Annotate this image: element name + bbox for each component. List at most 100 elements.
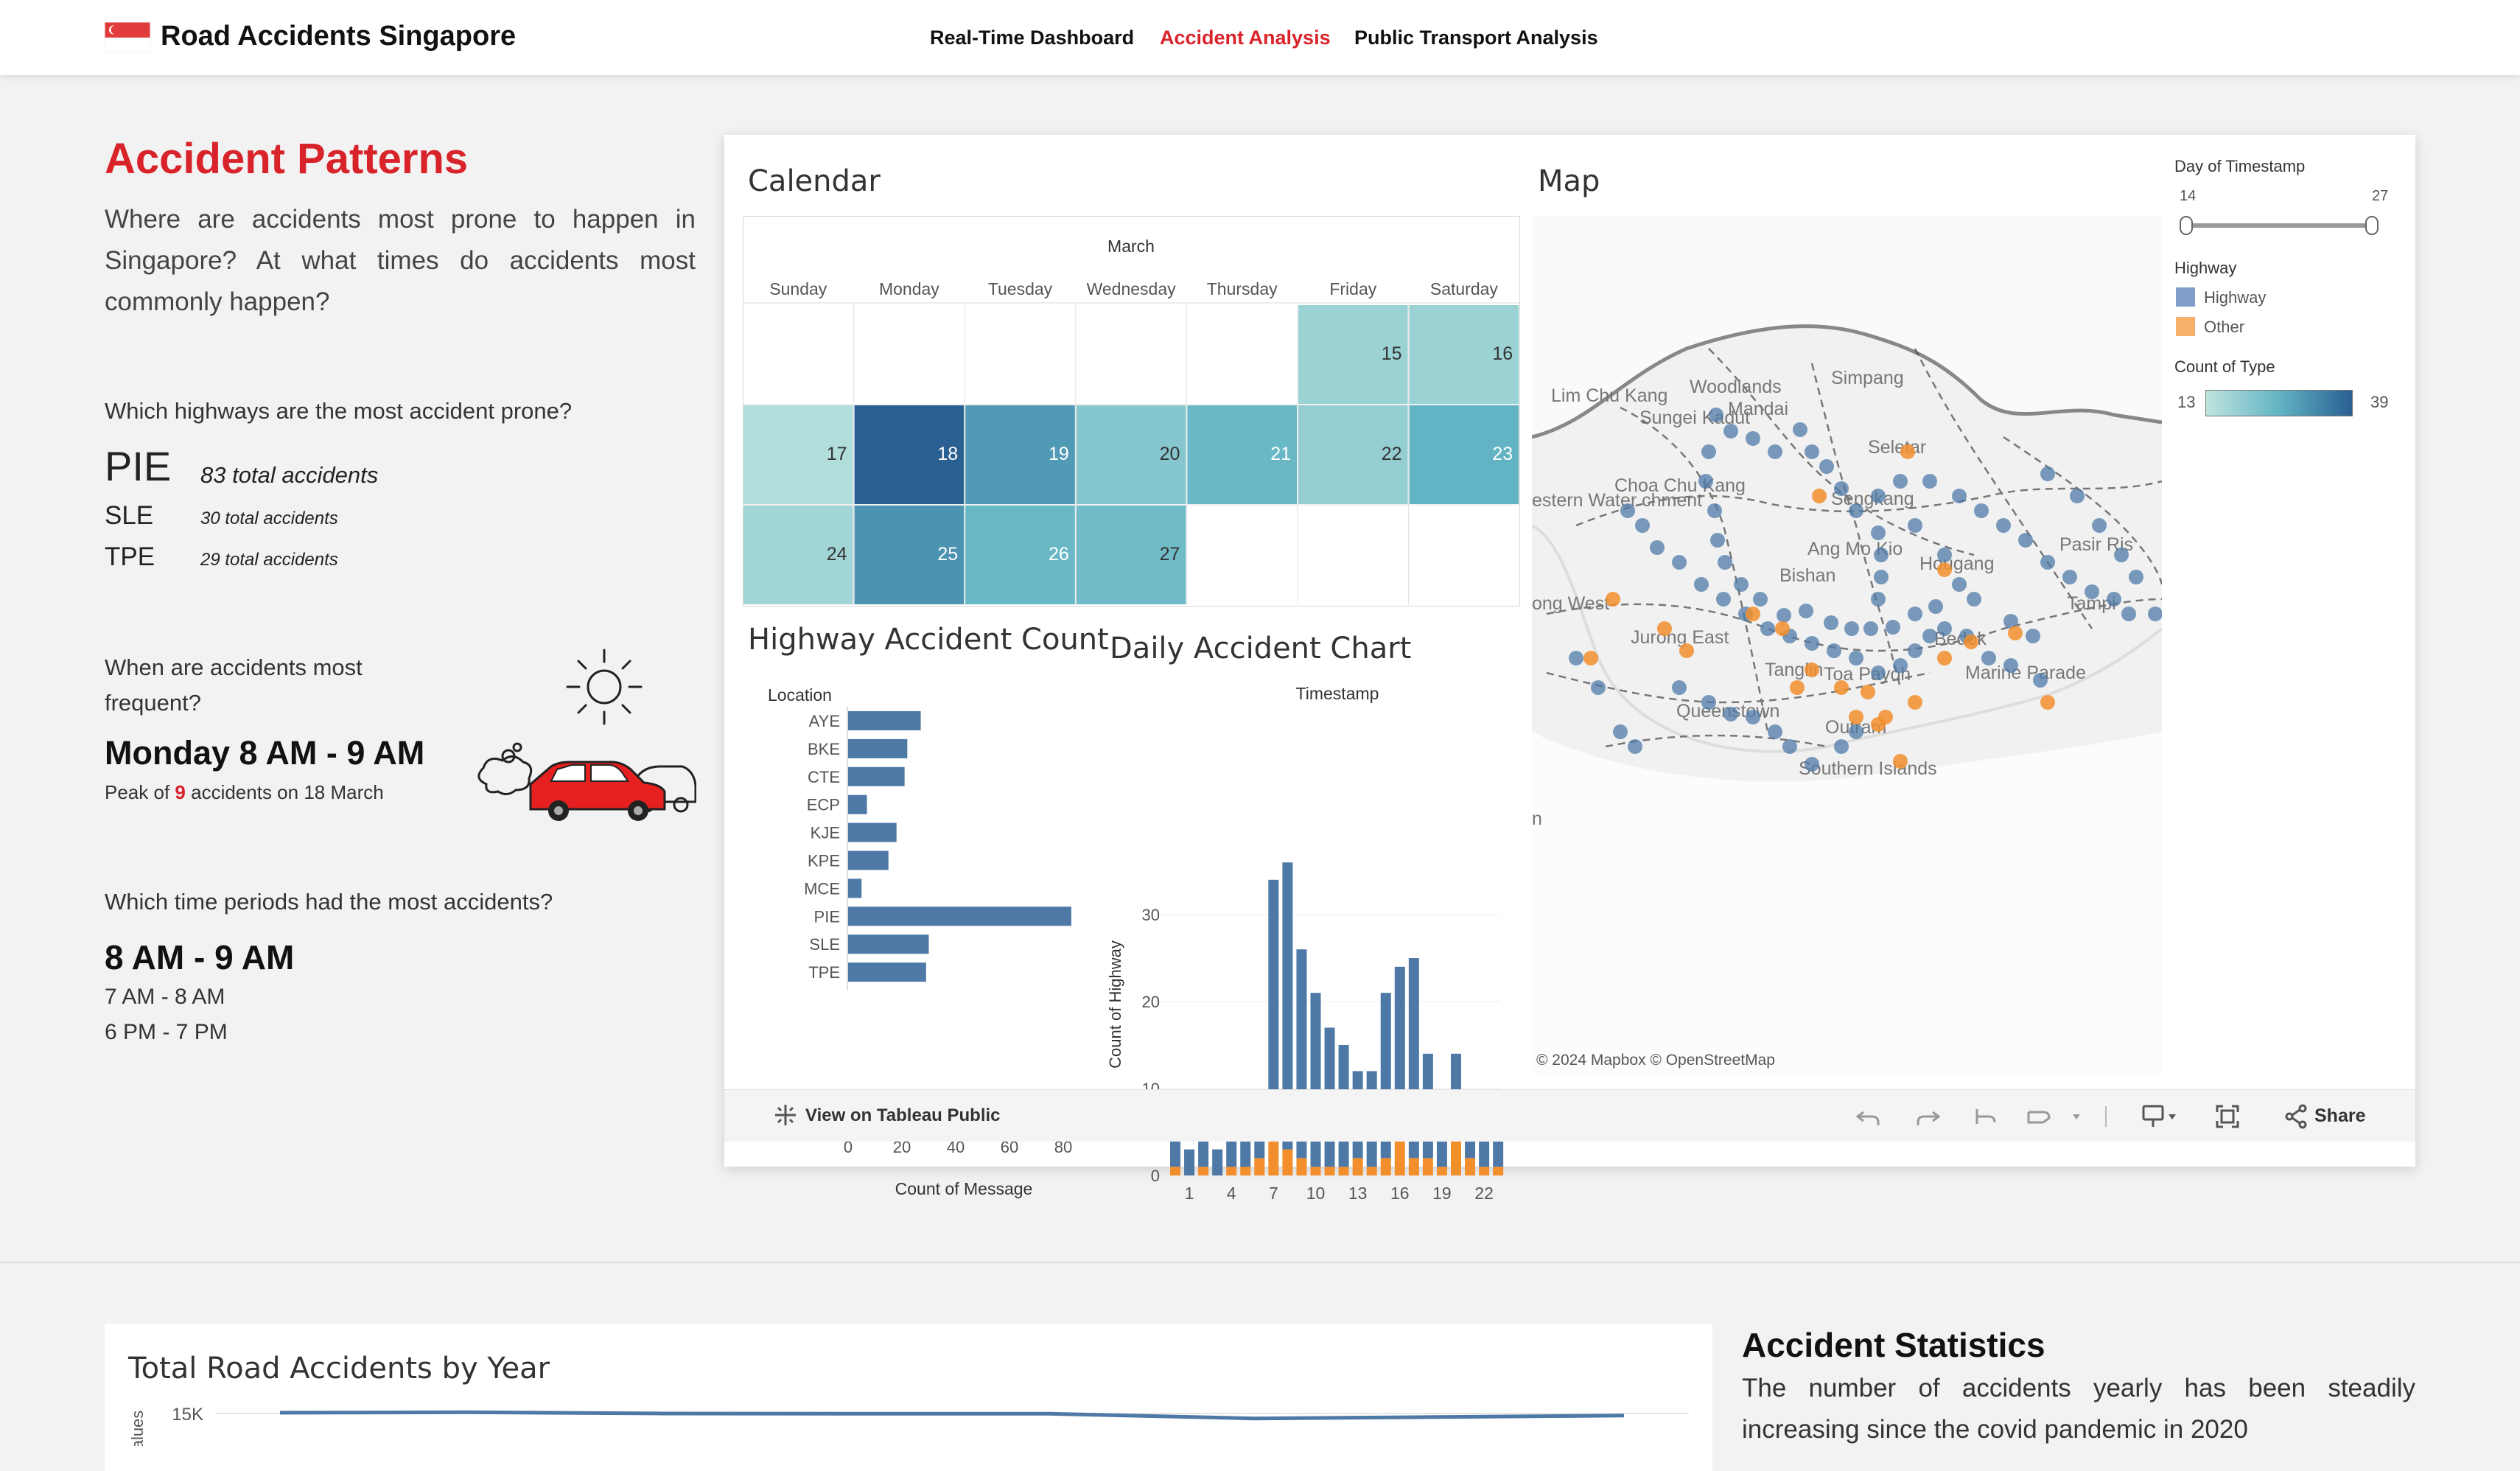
map-accident-dot-other[interactable] bbox=[1790, 680, 1805, 695]
map-accident-dot-highway[interactable] bbox=[1591, 680, 1606, 695]
map-accident-dot-highway[interactable] bbox=[1874, 570, 1889, 584]
map-accident-dot-highway[interactable] bbox=[1967, 592, 1981, 607]
hw-bar[interactable] bbox=[848, 794, 867, 814]
nav-realtime-dashboard[interactable]: Real-Time Dashboard bbox=[930, 27, 1134, 49]
map-accident-dot-other[interactable] bbox=[1937, 562, 1952, 577]
calendar-day-cell[interactable]: 17 bbox=[743, 405, 853, 504]
map-accident-dot-highway[interactable] bbox=[2040, 467, 2055, 481]
calendar-day-cell[interactable]: 24 bbox=[743, 506, 853, 604]
site-brand[interactable]: Road Accidents Singapore bbox=[161, 21, 516, 52]
map-accident-dot-highway[interactable] bbox=[1707, 503, 1722, 518]
map-accident-dot-highway[interactable] bbox=[1782, 739, 1797, 754]
map-accident-dot-highway[interactable] bbox=[1908, 518, 1922, 533]
map-accident-dot-highway[interactable] bbox=[1893, 474, 1908, 489]
map-accident-dot-highway[interactable] bbox=[1768, 444, 1782, 459]
map-accident-dot-highway[interactable] bbox=[2107, 592, 2121, 607]
map-accident-dot-highway[interactable] bbox=[1886, 620, 1900, 635]
map-accident-dot-highway[interactable] bbox=[2003, 658, 2018, 673]
map-accident-dot-highway[interactable] bbox=[2026, 629, 2040, 643]
legend-label-highway[interactable]: Highway bbox=[2204, 288, 2266, 307]
daily-bar-other[interactable] bbox=[1451, 1140, 1461, 1175]
daily-bar-other[interactable] bbox=[1240, 1167, 1251, 1175]
map-accident-dot-highway[interactable] bbox=[1928, 599, 1943, 614]
map-accident-dot-highway[interactable] bbox=[2129, 570, 2143, 584]
map-accident-dot-highway[interactable] bbox=[1805, 757, 1819, 772]
map-accident-dot-highway[interactable] bbox=[1716, 592, 1731, 607]
hw-bar[interactable] bbox=[848, 766, 905, 786]
map-accident-dot-highway[interactable] bbox=[1871, 665, 1886, 680]
daily-bar-other[interactable] bbox=[1380, 1158, 1391, 1175]
map-accident-dot-highway[interactable] bbox=[2018, 533, 2033, 548]
map-accident-dot-highway[interactable] bbox=[1777, 608, 1791, 623]
map-accident-dot-highway[interactable] bbox=[1793, 422, 1807, 437]
map-accident-dot-highway[interactable] bbox=[1734, 577, 1749, 592]
map-accident-dot-highway[interactable] bbox=[1569, 651, 1583, 665]
download-icon[interactable] bbox=[2139, 1102, 2183, 1131]
calendar-day-cell[interactable]: 19 bbox=[965, 405, 1075, 504]
map-accident-dot-highway[interactable] bbox=[1981, 651, 1996, 665]
map-accident-dot-highway[interactable] bbox=[1701, 695, 1716, 710]
map-accident-dot-other[interactable] bbox=[1908, 695, 1922, 710]
calendar-day-cell[interactable]: 20 bbox=[1076, 405, 1186, 504]
daily-bar-other[interactable] bbox=[1310, 1167, 1321, 1175]
map-accident-dot-highway[interactable] bbox=[1937, 621, 1952, 636]
map-accident-dot-highway[interactable] bbox=[2085, 584, 2099, 599]
map-accident-dot-highway[interactable] bbox=[1874, 548, 1889, 562]
map-accident-dot-other[interactable] bbox=[2008, 626, 2023, 640]
map-accident-dot-highway[interactable] bbox=[1871, 489, 1886, 503]
calendar-heatmap[interactable]: March Sunday Monday Tuesday Wednesday Thursd… bbox=[743, 216, 1524, 614]
daily-bar-other[interactable] bbox=[1268, 1140, 1279, 1175]
daily-bar-other[interactable] bbox=[1226, 1167, 1237, 1175]
map-accident-dot-other[interactable] bbox=[1812, 489, 1827, 503]
singapore-accident-map[interactable]: Woodlands SimpangLim Chu KangMandaiSungei… bbox=[1532, 216, 2162, 1075]
map-accident-dot-highway[interactable] bbox=[1746, 431, 1760, 446]
fullscreen-icon[interactable] bbox=[2213, 1102, 2242, 1131]
hw-bar[interactable] bbox=[848, 962, 926, 982]
daily-bar-other[interactable] bbox=[1296, 1158, 1307, 1175]
daily-bar-other[interactable] bbox=[1408, 1158, 1419, 1175]
map-accident-dot-highway[interactable] bbox=[2040, 555, 2055, 570]
map-accident-dot-highway[interactable] bbox=[1849, 651, 1863, 665]
map-accident-dot-highway[interactable] bbox=[1672, 555, 1687, 570]
map-accident-dot-other[interactable] bbox=[1893, 754, 1908, 769]
map-accident-dot-highway[interactable] bbox=[1805, 444, 1819, 459]
map-accident-dot-highway[interactable] bbox=[1871, 592, 1886, 607]
hw-bar[interactable] bbox=[848, 738, 908, 758]
map-accident-dot-highway[interactable] bbox=[1760, 621, 1775, 636]
daily-bar-other[interactable] bbox=[1282, 1149, 1293, 1175]
map-accident-dot-highway[interactable] bbox=[1753, 592, 1768, 607]
map-accident-dot-highway[interactable] bbox=[1952, 577, 1967, 592]
calendar-day-cell[interactable]: 25 bbox=[854, 506, 965, 604]
map-accident-dot-highway[interactable] bbox=[1849, 724, 1863, 739]
hw-bar[interactable] bbox=[848, 934, 929, 954]
map-accident-dot-other[interactable] bbox=[1849, 710, 1863, 724]
hw-bar[interactable] bbox=[848, 878, 862, 898]
yearly-line-chart[interactable]: alues 15K bbox=[105, 1397, 1712, 1446]
calendar-day-cell[interactable]: 21 bbox=[1187, 405, 1297, 504]
legend-label-other[interactable]: Other bbox=[2204, 318, 2244, 337]
map-accident-dot-highway[interactable] bbox=[1723, 424, 1738, 438]
map-accident-dot-highway[interactable] bbox=[1718, 555, 1732, 570]
map-accident-dot-highway[interactable] bbox=[1650, 540, 1665, 555]
map-accident-dot-highway[interactable] bbox=[1709, 408, 1723, 422]
map-accident-dot-other[interactable] bbox=[1834, 680, 1849, 695]
map-accident-dot-highway[interactable] bbox=[1824, 615, 1838, 630]
hw-bar[interactable] bbox=[848, 711, 921, 730]
map-accident-dot-highway[interactable] bbox=[1701, 444, 1716, 459]
daily-bar-other[interactable] bbox=[1422, 1158, 1433, 1175]
map-accident-dot-other[interactable] bbox=[1805, 663, 1819, 677]
map-accident-dot-highway[interactable] bbox=[2092, 518, 2107, 533]
calendar-day-cell[interactable]: 16 bbox=[1409, 305, 1519, 404]
map-accident-dot-other[interactable] bbox=[1861, 685, 1875, 699]
map-accident-dot-highway[interactable] bbox=[1834, 481, 1849, 496]
map-accident-dot-highway[interactable] bbox=[1908, 643, 1922, 658]
daily-bar-other[interactable] bbox=[1170, 1167, 1180, 1175]
map-accident-dot-other[interactable] bbox=[2040, 695, 2055, 710]
calendar-day-cell[interactable]: 15 bbox=[1298, 305, 1408, 404]
map-accident-dot-highway[interactable] bbox=[1849, 503, 1863, 518]
map-accident-dot-highway[interactable] bbox=[1710, 533, 1725, 548]
map-accident-dot-highway[interactable] bbox=[1827, 643, 1841, 658]
map-accident-dot-highway[interactable] bbox=[1952, 489, 1967, 503]
nav-accident-analysis[interactable]: Accident Analysis bbox=[1160, 27, 1331, 49]
daily-bar-other[interactable] bbox=[1479, 1167, 1490, 1175]
